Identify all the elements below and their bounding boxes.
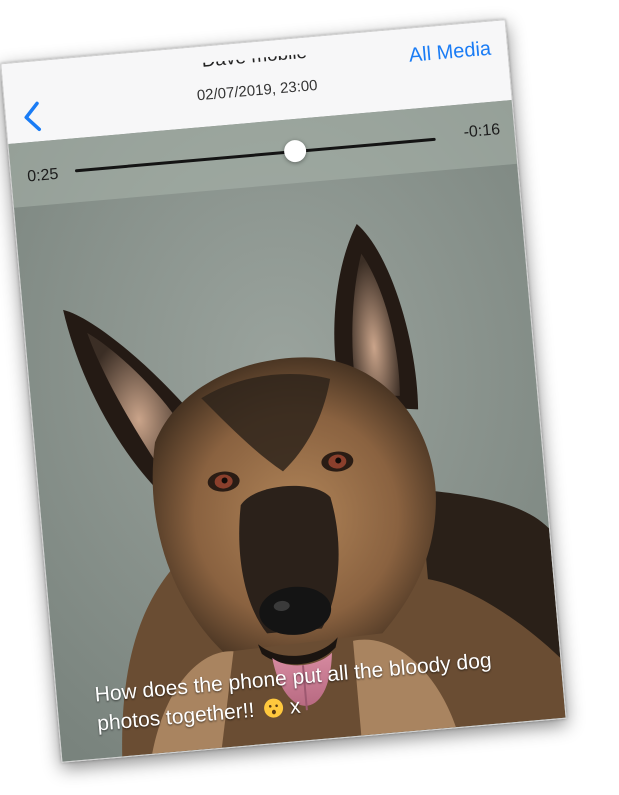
elapsed-time: 0:25 bbox=[26, 165, 60, 186]
hushed-face-emoji-icon bbox=[264, 698, 284, 718]
video-player[interactable]: 0:25 -0:16 How does the phone put all th… bbox=[8, 100, 566, 762]
all-media-button[interactable]: All Media bbox=[408, 38, 492, 68]
progress-track[interactable] bbox=[74, 137, 436, 173]
chevron-left-icon bbox=[24, 101, 42, 132]
media-viewer-card: Dave mobile 02/07/2019, 23:00 All Media bbox=[0, 19, 567, 763]
progress-thumb[interactable] bbox=[283, 139, 307, 164]
screenshot-stage: Dave mobile 02/07/2019, 23:00 All Media bbox=[0, 0, 619, 795]
back-button[interactable] bbox=[19, 99, 48, 135]
caption-suffix: x bbox=[288, 694, 302, 719]
remaining-time: -0:16 bbox=[462, 121, 501, 142]
message-timestamp: 02/07/2019, 23:00 bbox=[196, 76, 319, 105]
contact-title: Dave mobile bbox=[200, 41, 308, 72]
